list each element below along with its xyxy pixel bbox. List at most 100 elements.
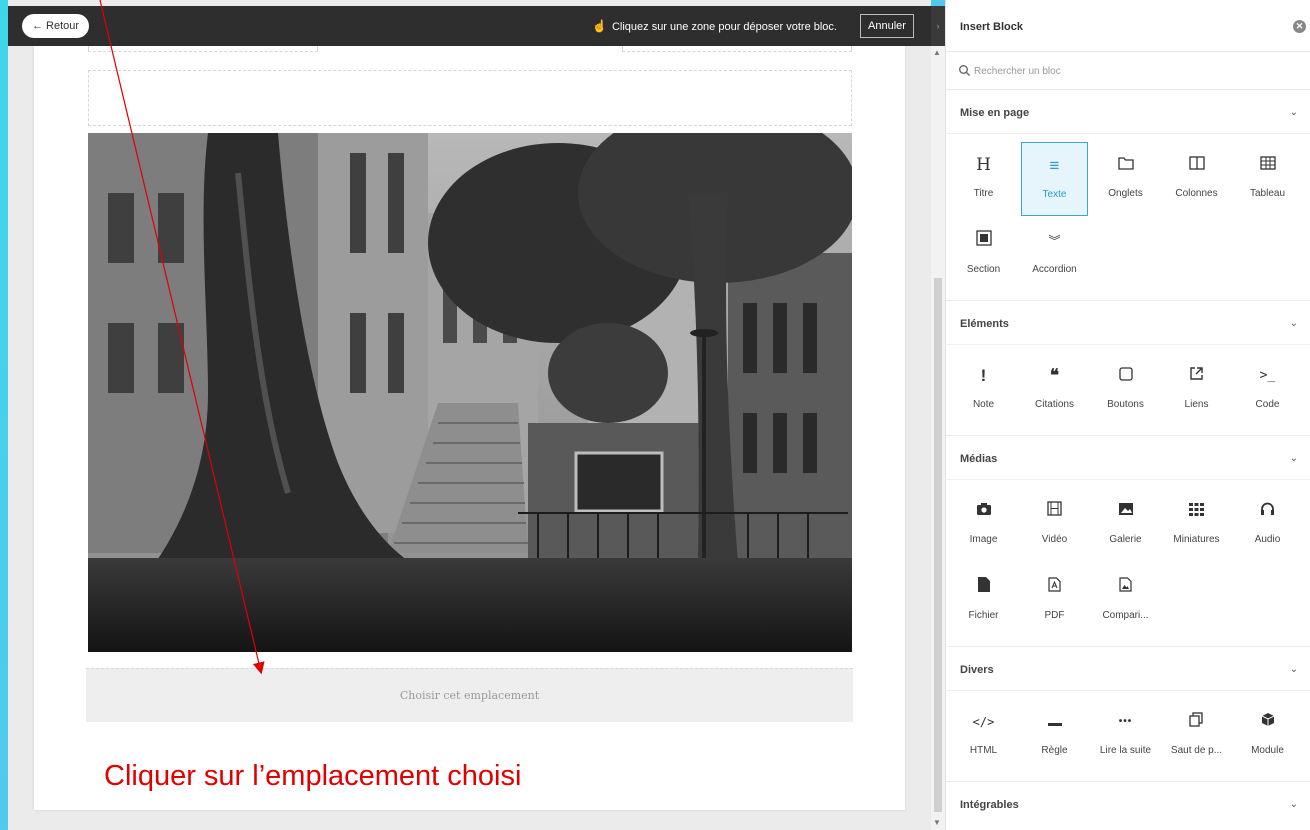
- section-medias: Médias ⌄ Image Vidéo Galerie Miniatures …: [946, 436, 1310, 647]
- copy-icon: [1163, 711, 1230, 733]
- block-regle[interactable]: Règle: [1021, 699, 1088, 773]
- block-galerie[interactable]: Galerie: [1092, 488, 1159, 562]
- block-colonnes[interactable]: Colonnes: [1163, 142, 1230, 216]
- block-label: Module: [1251, 745, 1284, 756]
- block-label: Tableau: [1249, 188, 1286, 199]
- section-header-divers[interactable]: Divers ⌄: [946, 647, 1310, 691]
- quote-icon: ❝: [1049, 366, 1060, 385]
- heading-icon: H: [976, 155, 991, 175]
- block-label: Fichier: [968, 610, 999, 621]
- block-label: Code: [1255, 399, 1280, 410]
- section-integrables: Intégrables ⌄: [946, 782, 1310, 826]
- block-label: Onglets: [1108, 188, 1143, 199]
- section-title: Intégrables: [960, 799, 1019, 811]
- block-label: Accordion: [1032, 264, 1077, 275]
- panel-header: Insert Block ✕: [946, 0, 1310, 52]
- block-section[interactable]: Section: [950, 218, 1017, 292]
- pdf-icon: [1021, 576, 1088, 598]
- block-accordion[interactable]: ︾ Accordion: [1021, 218, 1088, 292]
- back-button[interactable]: ← Retour: [22, 14, 90, 38]
- section-header-elements[interactable]: Eléments ⌄: [946, 301, 1310, 345]
- block-label: Audio: [1254, 534, 1281, 545]
- block-label: Boutons: [1107, 399, 1144, 410]
- block-image[interactable]: Image: [950, 488, 1017, 562]
- block-label: Liens: [1184, 399, 1209, 410]
- close-icon[interactable]: ✕: [1293, 20, 1306, 33]
- block-fichier[interactable]: Fichier: [950, 564, 1017, 638]
- block-placeholder: [622, 46, 852, 52]
- block-citations[interactable]: ❝ Citations: [1021, 353, 1088, 427]
- terminal-icon: >_: [1259, 368, 1276, 383]
- photo-illustration: [88, 133, 852, 652]
- block-lire-la-suite[interactable]: ••• Lire la suite: [1092, 699, 1159, 773]
- block-module[interactable]: Module: [1234, 699, 1301, 773]
- instruction-annotation: Cliquer sur l’emplacement choisi: [104, 760, 522, 792]
- chevron-down-icon: ⌄: [1289, 318, 1298, 329]
- film-icon: [1021, 500, 1088, 522]
- cancel-button[interactable]: Annuler: [860, 14, 914, 38]
- section-title: Eléments: [960, 318, 1009, 330]
- editor-scrollbar[interactable]: ▲ ▼: [931, 46, 945, 830]
- block-label: Lire la suite: [1099, 745, 1152, 756]
- block-code[interactable]: >_ Code: [1234, 353, 1301, 427]
- block-boutons[interactable]: Boutons: [1092, 353, 1159, 427]
- double-chevron-icon: ︾: [1048, 234, 1061, 248]
- block-label: Colonnes: [1175, 188, 1218, 199]
- block-comparaison[interactable]: Compari...: [1092, 564, 1159, 638]
- block-miniatures[interactable]: Miniatures: [1163, 488, 1230, 562]
- page-canvas: Choisir cet emplacement: [34, 46, 905, 810]
- square-icon: [1092, 365, 1159, 387]
- block-titre[interactable]: H Titre: [950, 142, 1017, 216]
- pointer-hand-icon: ☝: [592, 19, 607, 33]
- grid-icon: [1163, 500, 1230, 522]
- block-label: Miniatures: [1173, 534, 1220, 545]
- editor-toolbar: ← Retour ☝ Cliquez sur une zone pour dépo…: [8, 6, 931, 46]
- more-dots-icon: •••: [1118, 716, 1133, 727]
- empty-block-slot[interactable]: [88, 70, 852, 126]
- compare-icon: [1092, 576, 1159, 598]
- insert-block-panel: Insert Block ✕ Mise en page ⌄ H Titre ≡ …: [945, 0, 1310, 830]
- block-note[interactable]: ! Note: [950, 353, 1017, 427]
- block-label: Saut de p...: [1170, 745, 1223, 756]
- block-tableau[interactable]: Tableau: [1234, 142, 1301, 216]
- chevron-down-icon: ⌄: [1289, 453, 1298, 464]
- block-label: Section: [966, 264, 1001, 275]
- block-label: Galerie: [1109, 534, 1142, 545]
- scroll-down-arrow[interactable]: ▼: [933, 818, 941, 827]
- headphones-icon: [1234, 500, 1301, 522]
- section-icon: [950, 230, 1017, 252]
- drop-hint-text: Cliquez sur une zone pour déposer votre …: [611, 21, 837, 33]
- block-onglets[interactable]: Onglets: [1092, 142, 1159, 216]
- columns-icon: [1163, 154, 1230, 176]
- block-label: PDF: [1044, 610, 1065, 621]
- block-label: Titre: [973, 188, 994, 199]
- exclamation-icon: !: [980, 366, 987, 385]
- block-label: Vidéo: [1041, 534, 1068, 545]
- section-header-integrables[interactable]: Intégrables ⌄: [946, 782, 1310, 826]
- drop-hint: ☝ Cliquez sur une zone pour déposer votre…: [592, 6, 837, 46]
- section-header-layout[interactable]: Mise en page ⌄: [946, 90, 1310, 134]
- block-label: HTML: [969, 745, 998, 756]
- block-saut-de-page[interactable]: Saut de p...: [1163, 699, 1230, 773]
- section-header-medias[interactable]: Médias ⌄: [946, 436, 1310, 480]
- scroll-thumb[interactable]: [934, 278, 942, 812]
- external-link-icon: [1163, 365, 1230, 387]
- choose-location-dropzone[interactable]: Choisir cet emplacement: [86, 668, 853, 722]
- scroll-up-arrow[interactable]: ▲: [933, 48, 941, 57]
- block-video[interactable]: Vidéo: [1021, 488, 1088, 562]
- block-label: Image: [969, 534, 998, 545]
- chevron-down-icon: ⌄: [1289, 799, 1298, 810]
- block-label: Texte: [1042, 189, 1067, 200]
- block-texte[interactable]: ≡ Texte: [1021, 142, 1088, 216]
- panel-collapse-handle[interactable]: ›: [931, 6, 945, 46]
- section-elements: Eléments ⌄ ! Note ❝ Citations Boutons Li…: [946, 301, 1310, 436]
- block-audio[interactable]: Audio: [1234, 488, 1301, 562]
- text-lines-icon: ≡: [1049, 156, 1060, 175]
- block-pdf[interactable]: PDF: [1021, 564, 1088, 638]
- file-icon: [950, 576, 1017, 598]
- street-photo-image: [88, 133, 852, 652]
- block-html[interactable]: </> HTML: [950, 699, 1017, 773]
- block-liens[interactable]: Liens: [1163, 353, 1230, 427]
- code-icon: </>: [972, 715, 995, 729]
- search-input[interactable]: [974, 61, 1274, 81]
